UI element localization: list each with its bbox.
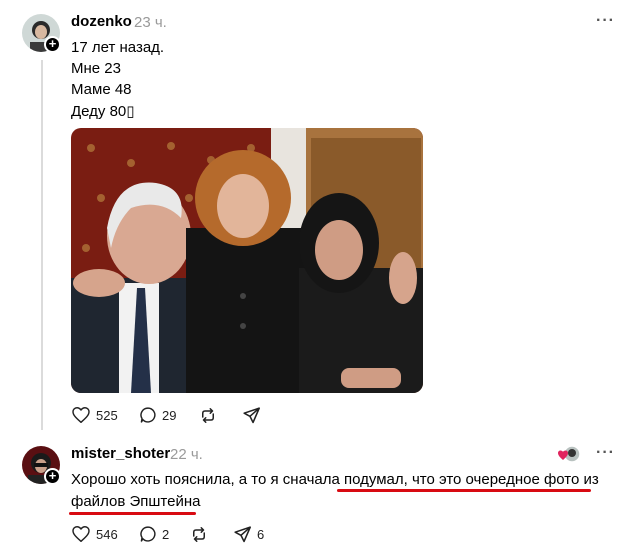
- follow-plus-icon[interactable]: +: [44, 36, 61, 53]
- red-underline: [337, 489, 591, 492]
- reply-author-username[interactable]: mister_shoter: [71, 445, 170, 462]
- comment-button[interactable]: 29: [140, 407, 176, 423]
- liked-by-author-badge: [558, 445, 581, 463]
- reply-post: + mister_shoter 22 ч. ··· Хорошо хоть по…: [0, 430, 635, 559]
- comment-icon: [140, 526, 156, 542]
- post-text-line: Деду 80▯: [71, 103, 135, 120]
- post-photo[interactable]: [71, 128, 423, 393]
- reply-time: 22 ч.: [170, 446, 203, 463]
- send-icon: [243, 407, 260, 424]
- post-text-line: Маме 48: [71, 81, 132, 98]
- send-icon: [234, 526, 251, 543]
- heart-icon: [72, 407, 90, 423]
- post-time: 23 ч.: [134, 14, 167, 31]
- reply-repost-button[interactable]: [190, 526, 208, 543]
- reply-share-button[interactable]: 6: [234, 526, 264, 543]
- reply-more-options-button[interactable]: ···: [596, 444, 615, 462]
- heart-icon: [72, 526, 90, 542]
- like-button[interactable]: 525: [72, 407, 118, 423]
- share-button[interactable]: [243, 407, 260, 424]
- reply-like-count: 546: [96, 526, 118, 542]
- reply-comment-count: 2: [162, 526, 170, 542]
- reply-comment-button[interactable]: 2: [140, 526, 169, 542]
- repost-button[interactable]: [199, 407, 217, 424]
- comment-count: 29: [162, 407, 177, 423]
- follow-plus-icon[interactable]: +: [44, 468, 61, 485]
- reply-like-button[interactable]: 546: [72, 526, 118, 542]
- reply-text-line-2: файлов Эпштейна: [71, 493, 201, 510]
- more-options-button[interactable]: ···: [596, 12, 615, 30]
- reply-text-underlined-part: подумал, что это очередное фото из: [344, 471, 599, 488]
- author-username[interactable]: dozenko: [71, 13, 132, 30]
- thread-line: [41, 60, 43, 430]
- repost-icon: [202, 408, 214, 423]
- post-text-line: 17 лет назад.: [71, 39, 165, 56]
- original-post: + dozenko 23 ч. ··· 17 лет назад. Мне 23…: [0, 0, 635, 430]
- reply-share-count: 6: [257, 527, 265, 542]
- reply-text-line-1: Хорошо хоть пояснила, а то я сначала под…: [71, 471, 599, 488]
- red-underline: [69, 512, 196, 515]
- reply-text-part: Хорошо хоть пояснила, а то я сначала: [71, 471, 345, 488]
- post-text-line: Мне 23: [71, 60, 121, 77]
- comment-icon: [140, 407, 156, 423]
- repost-icon: [193, 527, 205, 542]
- like-count: 525: [96, 407, 118, 423]
- heart-avatar-icon: [558, 445, 581, 463]
